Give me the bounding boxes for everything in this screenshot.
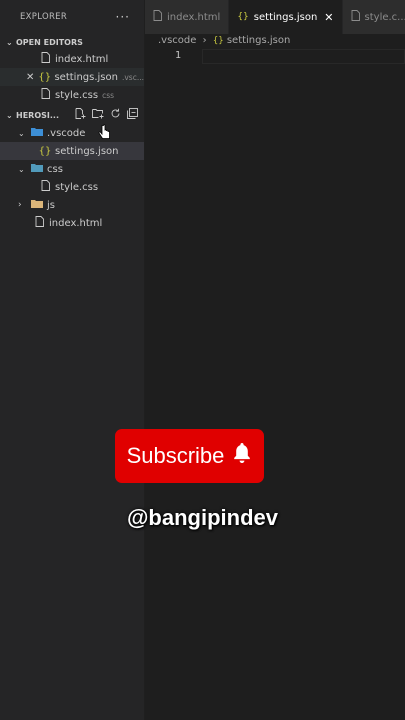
file-icon [153, 10, 162, 24]
tree-label: .vscode [47, 127, 86, 139]
open-editor-path: .vsc... [121, 72, 144, 82]
breadcrumb-file[interactable]: settings.json [227, 35, 291, 46]
tree-file-index-html[interactable]: index.html [0, 214, 144, 232]
vscode-folder-icon [30, 127, 44, 139]
breadcrumb-folder[interactable]: .vscode [158, 35, 196, 46]
tree-label: css [47, 163, 63, 175]
new-folder-icon[interactable] [92, 108, 104, 122]
tree-label: js [47, 199, 55, 211]
tree-folder-js[interactable]: › js [0, 196, 144, 214]
more-actions-button[interactable]: ··· [116, 10, 130, 24]
css-folder-icon [30, 163, 44, 175]
close-icon[interactable]: ✕ [324, 11, 333, 24]
hand-cursor-icon [98, 124, 112, 146]
open-editor-style-css[interactable]: style.css css [0, 86, 144, 104]
project-title: HEROSI... [16, 110, 59, 120]
chevron-right-icon: › [18, 200, 22, 210]
css-file-icon [38, 180, 52, 194]
tree-label: settings.json [55, 145, 119, 157]
current-line-highlight [202, 49, 405, 64]
tab-index-html[interactable]: index.html [145, 0, 230, 34]
json-file-icon: {} [237, 12, 249, 22]
chevron-right-icon: › [202, 35, 207, 46]
open-editors-section[interactable]: ⌄ OPEN EDITORS [0, 34, 144, 50]
js-folder-icon [30, 199, 44, 211]
new-file-icon[interactable] [75, 108, 86, 122]
collapse-all-icon[interactable] [127, 108, 138, 122]
open-editor-path: css [102, 90, 115, 100]
channel-handle: @bangipindev [126, 505, 278, 530]
tab-settings-json[interactable]: {} settings.json ✕ [229, 0, 343, 34]
tab-style-css[interactable]: style.c... [342, 0, 405, 34]
file-icon [351, 10, 360, 24]
line-number: 1 [175, 50, 182, 61]
open-editor-label: index.html [55, 53, 109, 65]
json-file-icon: {} [38, 145, 52, 157]
refresh-icon[interactable] [110, 108, 121, 122]
explorer-title: EXPLORER [20, 12, 68, 22]
tree-file-settings-json[interactable]: {} settings.json [0, 142, 144, 160]
chevron-down-icon: ⌄ [6, 110, 13, 120]
css-file-icon [38, 88, 52, 102]
chevron-down-icon: ⌄ [18, 128, 25, 138]
project-folder-header[interactable]: ⌄ HEROSI... [0, 106, 144, 124]
tab-label: index.html [167, 11, 221, 23]
bell-icon [232, 442, 252, 470]
subscribe-label: Subscribe [126, 443, 225, 468]
json-file-icon: {} [38, 71, 52, 83]
open-editor-label: style.css [55, 89, 99, 101]
open-editor-settings-json[interactable]: ✕ {} settings.json .vsc... [0, 68, 144, 86]
tab-label: style.c... [364, 11, 405, 23]
breadcrumb: .vscode › {} settings.json [158, 35, 290, 46]
tree-label: index.html [49, 217, 103, 229]
json-file-icon: {} [212, 36, 224, 46]
close-icon[interactable]: ✕ [26, 72, 34, 83]
tree-folder-css[interactable]: ⌄ css [0, 160, 144, 178]
chevron-down-icon: ⌄ [6, 37, 13, 47]
open-editor-label: settings.json [54, 71, 118, 83]
editor-tabs: index.html {} settings.json ✕ style.c... [145, 0, 405, 34]
explorer-header: EXPLORER ··· [0, 0, 144, 34]
tree-file-style-css[interactable]: style.css [0, 178, 144, 196]
chevron-down-icon: ⌄ [18, 164, 25, 174]
tree-label: style.css [55, 181, 99, 193]
subscribe-button[interactable]: Subscribe [115, 429, 264, 483]
html-file-icon [38, 52, 52, 66]
html-file-icon [32, 216, 46, 230]
editor-line[interactable]: 1 [145, 49, 405, 65]
tree-folder-vscode[interactable]: ⌄ .vscode [0, 124, 144, 142]
open-editor-index-html[interactable]: index.html [0, 50, 144, 68]
tab-label: settings.json [253, 11, 318, 23]
explorer-sidebar: EXPLORER ··· ⌄ OPEN EDITORS index.html ✕… [0, 0, 145, 720]
open-editors-title: OPEN EDITORS [16, 37, 83, 47]
